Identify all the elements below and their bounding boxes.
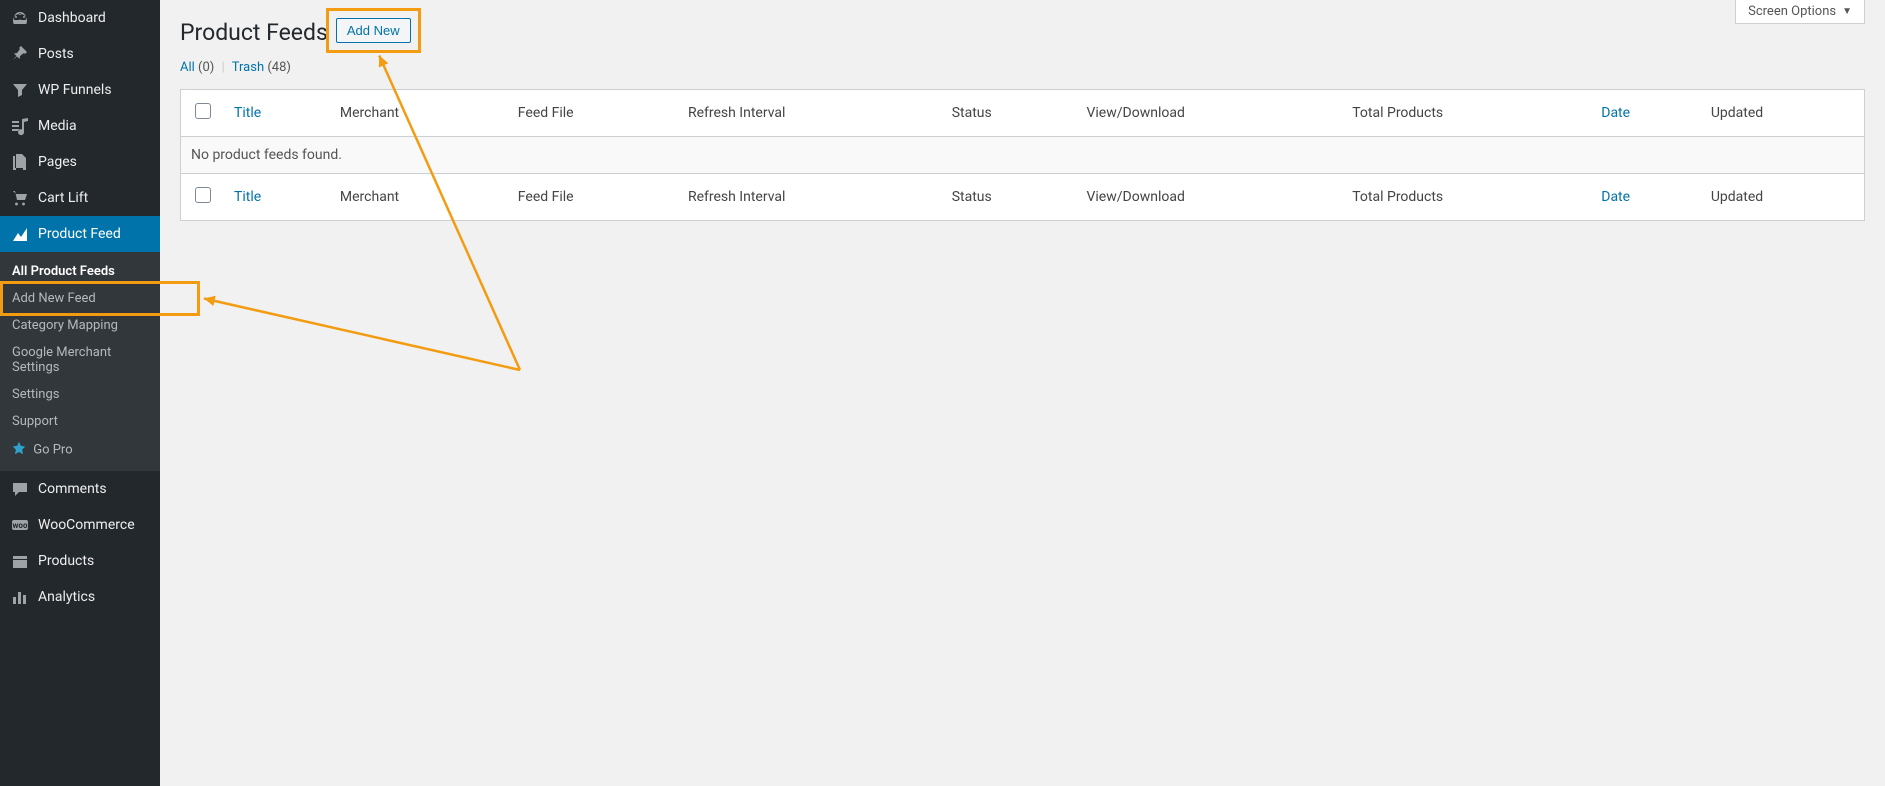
col-date-foot[interactable]: Date bbox=[1591, 174, 1701, 221]
col-view-download: View/Download bbox=[1076, 90, 1342, 137]
submenu-item-all-product-feeds[interactable]: All Product Feeds bbox=[0, 258, 160, 285]
submenu-item-google-merchant-settings[interactable]: Google Merchant Settings bbox=[0, 339, 160, 381]
chevron-down-icon: ▼ bbox=[1842, 6, 1852, 17]
sidebar-item-pages[interactable]: Pages bbox=[0, 144, 160, 180]
sidebar-item-analytics[interactable]: Analytics bbox=[0, 579, 160, 615]
sidebar-item-label: Comments bbox=[38, 481, 107, 497]
sidebar-item-dashboard[interactable]: Dashboard bbox=[0, 0, 160, 36]
filter-trash-link[interactable]: Trash bbox=[232, 60, 264, 75]
sidebar-item-label: Posts bbox=[38, 46, 74, 62]
col-title[interactable]: Title bbox=[224, 90, 330, 137]
sidebar-item-posts[interactable]: Posts bbox=[0, 36, 160, 72]
col-updated-foot: Updated bbox=[1701, 174, 1865, 221]
sidebar-item-media[interactable]: Media bbox=[0, 108, 160, 144]
col-feed-file-foot: Feed File bbox=[508, 174, 678, 221]
sidebar-item-label: WooCommerce bbox=[38, 517, 135, 533]
admin-sidebar: Dashboard Posts WP Funnels Media Pages C… bbox=[0, 0, 160, 786]
add-new-button[interactable]: Add New bbox=[336, 18, 411, 43]
pages-icon bbox=[10, 152, 30, 172]
chart-icon bbox=[10, 224, 30, 244]
star-icon bbox=[12, 441, 26, 459]
col-total-products-foot: Total Products bbox=[1342, 174, 1591, 221]
filter-all-link[interactable]: All bbox=[180, 60, 195, 75]
submenu-item-add-new-feed[interactable]: Add New Feed bbox=[0, 285, 160, 312]
sidebar-item-woocommerce[interactable]: woo WooCommerce bbox=[0, 507, 160, 543]
filter-trash-count: (48) bbox=[267, 60, 291, 75]
select-all-checkbox-bottom[interactable] bbox=[195, 187, 211, 203]
comment-icon bbox=[10, 479, 30, 499]
sidebar-item-product-feed[interactable]: Product Feed bbox=[0, 216, 160, 252]
sidebar-item-label: Dashboard bbox=[38, 10, 106, 26]
analytics-icon bbox=[10, 587, 30, 607]
main-content: Screen Options ▼ Product Feeds Add New A… bbox=[160, 0, 1885, 786]
page-title: Product Feeds bbox=[180, 10, 328, 50]
table-header-row: Title Merchant Feed File Refresh Interva… bbox=[181, 90, 1865, 137]
sidebar-item-label: Product Feed bbox=[38, 226, 121, 242]
col-updated: Updated bbox=[1701, 90, 1865, 137]
col-status-foot: Status bbox=[942, 174, 1077, 221]
dashboard-icon bbox=[10, 8, 30, 28]
col-merchant: Merchant bbox=[330, 90, 508, 137]
sidebar-item-products[interactable]: Products bbox=[0, 543, 160, 579]
sidebar-item-comments[interactable]: Comments bbox=[0, 471, 160, 507]
pin-icon bbox=[10, 44, 30, 64]
col-status: Status bbox=[942, 90, 1077, 137]
sidebar-item-cartlift[interactable]: Cart Lift bbox=[0, 180, 160, 216]
submenu-item-go-pro[interactable]: Go Pro bbox=[0, 435, 160, 465]
cart-icon bbox=[10, 188, 30, 208]
col-merchant-foot: Merchant bbox=[330, 174, 508, 221]
products-icon bbox=[10, 551, 30, 571]
sidebar-item-label: Analytics bbox=[38, 589, 95, 605]
list-filters: All (0) | Trash (48) bbox=[180, 60, 1865, 75]
col-title-foot[interactable]: Title bbox=[224, 174, 330, 221]
screen-options-label: Screen Options bbox=[1748, 4, 1836, 19]
sidebar-item-label: Products bbox=[38, 553, 94, 569]
table-empty-message: No product feeds found. bbox=[181, 137, 1865, 174]
sidebar-item-wpfunnels[interactable]: WP Funnels bbox=[0, 72, 160, 108]
filter-separator: | bbox=[222, 60, 225, 75]
col-date[interactable]: Date bbox=[1591, 90, 1701, 137]
product-feeds-table: Title Merchant Feed File Refresh Interva… bbox=[180, 89, 1865, 221]
table-empty-row: No product feeds found. bbox=[181, 137, 1865, 174]
sidebar-item-label: Cart Lift bbox=[38, 190, 88, 206]
col-refresh-interval: Refresh Interval bbox=[678, 90, 942, 137]
col-feed-file: Feed File bbox=[508, 90, 678, 137]
col-refresh-interval-foot: Refresh Interval bbox=[678, 174, 942, 221]
table-footer-row: Title Merchant Feed File Refresh Interva… bbox=[181, 174, 1865, 221]
woocommerce-icon: woo bbox=[10, 515, 30, 535]
submenu-item-label: Go Pro bbox=[33, 442, 72, 457]
submenu-item-category-mapping[interactable]: Category Mapping bbox=[0, 312, 160, 339]
submenu-item-settings[interactable]: Settings bbox=[0, 381, 160, 408]
media-icon bbox=[10, 116, 30, 136]
sidebar-item-label: WP Funnels bbox=[38, 82, 112, 98]
select-all-checkbox-top[interactable] bbox=[195, 103, 211, 119]
sidebar-item-label: Pages bbox=[38, 154, 77, 170]
filter-all-count: (0) bbox=[198, 60, 214, 75]
col-total-products: Total Products bbox=[1342, 90, 1591, 137]
sidebar-item-label: Media bbox=[38, 118, 77, 134]
svg-text:woo: woo bbox=[13, 521, 28, 530]
screen-options-toggle[interactable]: Screen Options ▼ bbox=[1735, 0, 1865, 24]
submenu-item-support[interactable]: Support bbox=[0, 408, 160, 435]
sidebar-submenu-product-feed: All Product Feeds Add New Feed Category … bbox=[0, 252, 160, 471]
col-view-download-foot: View/Download bbox=[1076, 174, 1342, 221]
funnel-icon bbox=[10, 80, 30, 100]
